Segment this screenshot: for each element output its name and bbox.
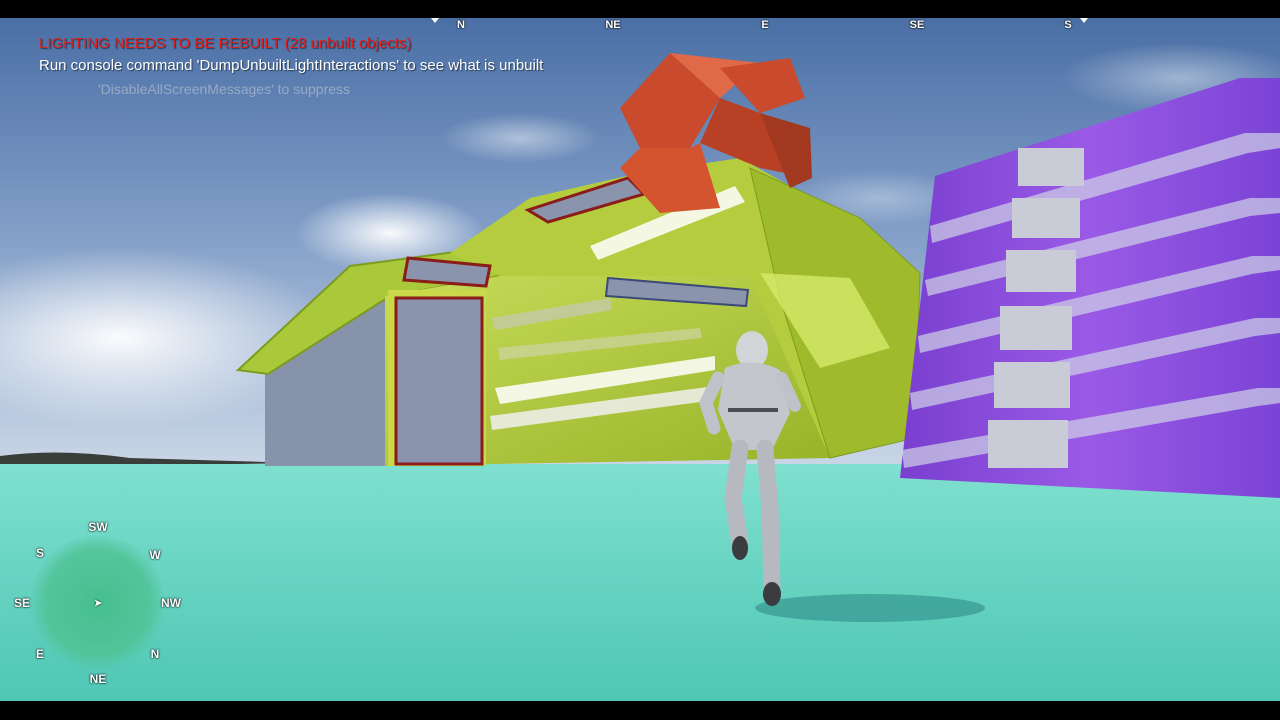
minimap-dir-se: SE (13, 596, 31, 610)
compass-heading-n: N (457, 19, 465, 31)
compass-right-marker-icon (1080, 18, 1088, 23)
letterbox-bottom (0, 701, 1280, 720)
player-arrow-icon: ➤ (93, 597, 103, 610)
console-command-message: Run console command 'DumpUnbuiltLightInt… (39, 57, 544, 74)
cloud (440, 113, 600, 163)
letterbox-top (0, 0, 1280, 18)
minimap-dir-s: S (35, 546, 45, 560)
minimap-dir-sw: SW (88, 520, 108, 534)
compass-heading-ne: NE (605, 19, 621, 31)
minimap-dir-n: N (150, 647, 160, 661)
compass-heading-se: SE (909, 19, 925, 31)
door (394, 296, 484, 466)
compass-heading-e: E (761, 19, 769, 31)
lighting-warning-message: LIGHTING NEEDS TO BE REBUILT (28 unbuilt… (39, 35, 412, 52)
compass-left-marker-icon (431, 18, 439, 23)
game-scene (0, 18, 1280, 701)
suppress-messages-hint: 'DisableAllScreenMessages' to suppress (98, 81, 351, 97)
game-viewport[interactable] (0, 18, 1280, 701)
minimap-dir-ne: NE (89, 672, 107, 686)
minimap-dir-nw: NW (161, 596, 181, 610)
minimap: SW S W SE NW E N NE ➤ (10, 515, 190, 695)
compass-bar: N NE E SE S (0, 18, 1280, 34)
minimap-dir-e: E (35, 647, 45, 661)
compass-heading-s: S (1064, 19, 1072, 31)
minimap-dir-w: W (149, 548, 161, 562)
character-shadow (755, 594, 985, 622)
ground-plane (0, 464, 1280, 701)
